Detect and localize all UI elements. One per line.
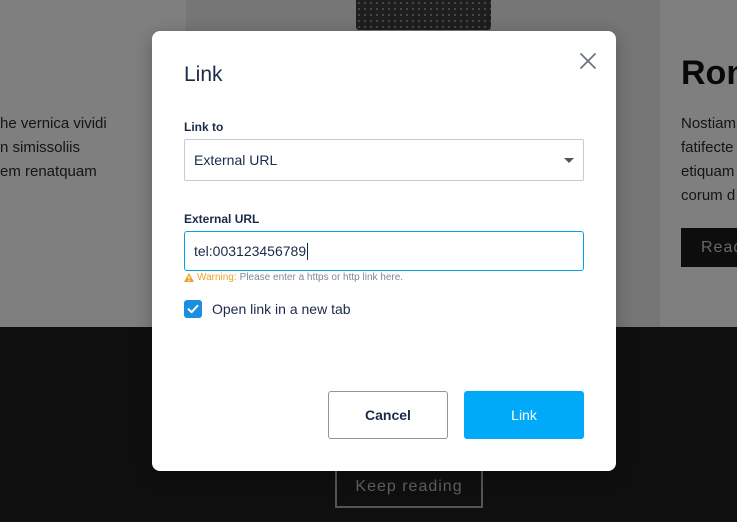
link-dialog: Link Link to External URL External URL t… xyxy=(152,31,616,471)
chevron-down-icon xyxy=(564,158,574,163)
open-new-tab-label: Open link in a new tab xyxy=(212,301,351,317)
link-to-select[interactable]: External URL xyxy=(184,139,584,181)
link-to-value: External URL xyxy=(194,152,278,168)
checkmark-icon xyxy=(187,304,199,314)
external-url-label: External URL xyxy=(184,212,260,226)
warning-icon xyxy=(184,273,194,282)
external-url-input[interactable]: tel:003123456789 xyxy=(184,231,584,271)
url-warning: Warning: Please enter a https or http li… xyxy=(184,272,403,283)
text-caret xyxy=(307,242,309,260)
link-to-label: Link to xyxy=(184,120,224,134)
external-url-value: tel:003123456789 xyxy=(194,243,307,259)
link-button[interactable]: Link xyxy=(464,391,584,439)
close-icon xyxy=(580,53,596,69)
cancel-button[interactable]: Cancel xyxy=(328,391,448,439)
warning-label: Warning: xyxy=(197,272,237,283)
close-button[interactable] xyxy=(576,49,600,73)
warning-text: Please enter a https or http link here. xyxy=(239,272,404,283)
open-new-tab-option[interactable]: Open link in a new tab xyxy=(184,300,351,318)
open-new-tab-checkbox[interactable] xyxy=(184,300,202,318)
dialog-title: Link xyxy=(184,63,223,86)
